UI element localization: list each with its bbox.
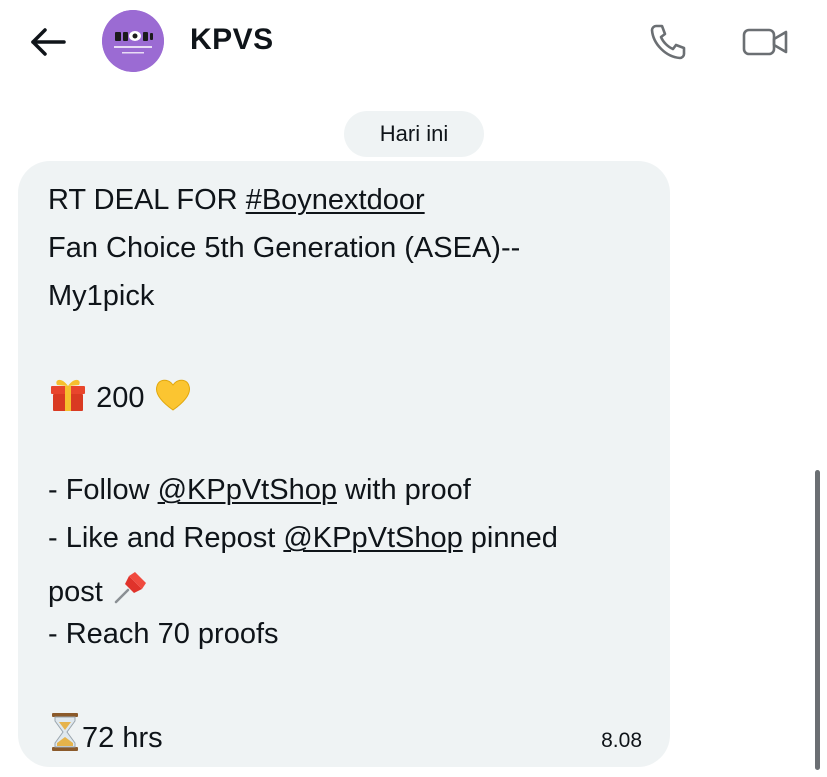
video-camera-icon — [742, 28, 788, 56]
hourglass-emoji-icon — [48, 711, 82, 761]
like-suffix: pinned — [462, 522, 558, 554]
duration-line: 72 hrs — [48, 711, 163, 761]
phone-icon — [650, 24, 686, 60]
conversation-header: KPVS — [0, 0, 827, 90]
message-timestamp: 8.08 — [601, 729, 642, 752]
arrow-left-icon — [31, 28, 66, 56]
video-call-button[interactable] — [740, 20, 792, 64]
like-repost-line: - Like and Repost @KPpVtShop pinned — [48, 521, 558, 555]
reach-line: - Reach 70 proofs — [48, 618, 279, 650]
message-text: RT DEAL FOR — [48, 184, 246, 216]
mention-link[interactable]: @KPpVtShop — [158, 474, 337, 506]
mention-link[interactable]: @KPpVtShop — [283, 522, 462, 554]
date-separator: Hari ini — [344, 111, 484, 157]
reward-line: 200 — [48, 375, 193, 421]
follow-line: - Follow @KPpVtShop with proof — [48, 473, 471, 507]
duration-text: 72 hrs — [82, 722, 163, 754]
message-line-1: RT DEAL FOR #Boynextdoor — [48, 183, 425, 217]
post-text: post — [48, 576, 103, 608]
message-bubble[interactable]: RT DEAL FOR #Boynextdoor Fan Choice 5th … — [18, 161, 670, 767]
follow-text: - Follow — [48, 474, 158, 506]
reward-amount: 200 — [96, 382, 145, 414]
back-button[interactable] — [26, 22, 70, 62]
pushpin-emoji-icon — [111, 569, 149, 615]
like-text: - Like and Repost — [48, 522, 284, 554]
avatar[interactable] — [102, 10, 164, 72]
dm-conversation-screen: KPVS Hari ini RT DEAL FOR #Boynextdoor F… — [0, 0, 827, 777]
message-line-3: My1pick — [48, 280, 155, 312]
gift-emoji-icon — [48, 375, 88, 421]
post-line: post — [48, 569, 149, 615]
scrollbar[interactable] — [815, 470, 820, 770]
call-button[interactable] — [646, 20, 690, 64]
hashtag-link[interactable]: #Boynextdoor — [246, 184, 425, 216]
follow-suffix: with proof — [336, 474, 471, 506]
yellow-heart-emoji-icon — [153, 375, 193, 421]
kpvs-logo-icon — [102, 10, 164, 72]
conversation-title: KPVS — [190, 23, 274, 56]
message-line-2: Fan Choice 5th Generation (ASEA)-- — [48, 232, 521, 264]
